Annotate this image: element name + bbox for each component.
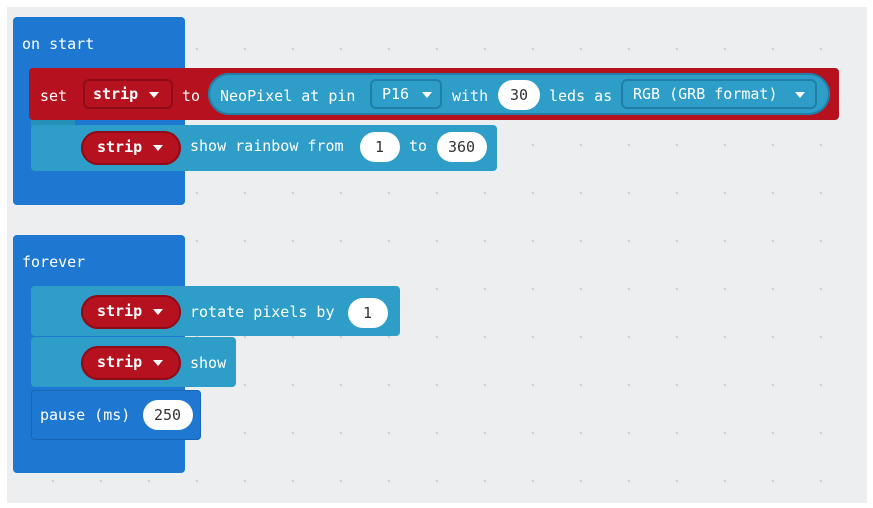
rainbow-strip-dropdown[interactable]: strip [81, 131, 181, 165]
caret-down-icon [422, 92, 432, 98]
pause-duration-input[interactable]: 250 [143, 400, 193, 430]
set-variable-dropdown[interactable]: strip [83, 79, 173, 109]
show-label: show [190, 354, 227, 372]
blocks-workspace[interactable]: on start strip show rainbow from 1 to 36… [7, 7, 867, 503]
forever-label: forever [22, 253, 86, 271]
caret-down-icon [153, 360, 163, 366]
rainbow-to-label: to [409, 137, 428, 155]
to-label: to [182, 87, 201, 105]
color-mode-dropdown[interactable]: RGB (GRB format) [621, 79, 817, 109]
rainbow-from-input[interactable]: 1 [360, 132, 400, 162]
rainbow-to-input[interactable]: 360 [437, 132, 487, 162]
pause-label: pause (ms) [40, 406, 131, 424]
show-rainbow-label: show rainbow from [190, 137, 344, 155]
set-label: set [40, 87, 68, 105]
on-start-label: on start [22, 35, 95, 53]
rotate-amount-input[interactable]: 1 [348, 298, 388, 328]
rotate-pixels-label: rotate pixels by [190, 303, 335, 321]
with-label: with [452, 87, 489, 105]
caret-down-icon [153, 309, 163, 315]
caret-down-icon [149, 92, 159, 98]
caret-down-icon [153, 145, 163, 151]
caret-down-icon [795, 92, 805, 98]
pin-dropdown[interactable]: P16 [370, 79, 442, 109]
neopixel-at-pin-label: NeoPixel at pin [220, 87, 356, 105]
show-strip-dropdown[interactable]: strip [81, 346, 181, 380]
leds-as-label: leds as [549, 87, 613, 105]
leds-count-input[interactable]: 30 [498, 80, 540, 110]
rotate-strip-dropdown[interactable]: strip [81, 295, 181, 329]
